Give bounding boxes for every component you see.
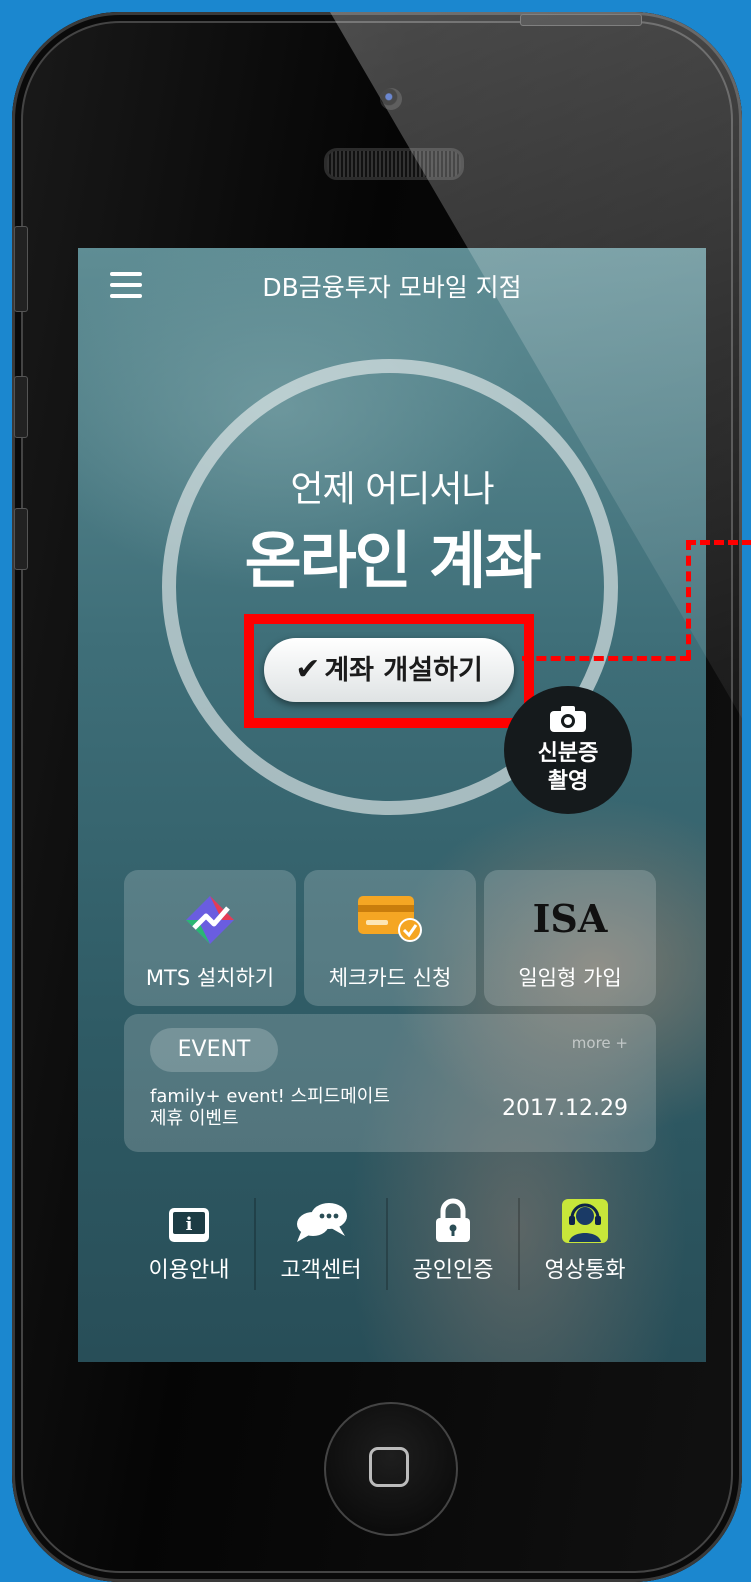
earpiece-speaker xyxy=(324,148,464,180)
power-button xyxy=(520,14,642,26)
certificate-button[interactable]: 공인인증 xyxy=(386,1198,520,1284)
connector-line xyxy=(522,656,690,661)
info-book-icon: i xyxy=(169,1208,209,1242)
certificate-label: 공인인증 xyxy=(412,1258,494,1283)
id-capture-label: 신분증 촬영 xyxy=(537,741,599,794)
event-title[interactable]: family+ event! 스피드메이트 제휴 이벤트 xyxy=(150,1086,410,1130)
event-card[interactable]: EVENT more + family+ event! 스피드메이트 제휴 이벤… xyxy=(124,1014,656,1152)
home-square-icon xyxy=(369,1447,409,1487)
event-badge: EVENT xyxy=(150,1028,278,1072)
check-card-label: 체크카드 신청 xyxy=(328,966,452,990)
video-call-label: 영상통화 xyxy=(544,1258,626,1283)
lock-icon xyxy=(436,1198,470,1242)
phone-frame: DB금융투자 모바일 지점 언제 어디서나 온라인 계좌 ✔ 계좌 개설하기 신분… xyxy=(12,12,742,1582)
svg-text:i: i xyxy=(186,1214,193,1235)
hero-title: 온라인 계좌 xyxy=(244,524,542,597)
customer-center-label: 고객센터 xyxy=(280,1258,362,1283)
hero-subtitle: 언제 어디서나 xyxy=(290,469,494,510)
chat-bubble-icon xyxy=(297,1203,347,1242)
mts-install-tile[interactable]: MTS 설치하기 xyxy=(124,870,296,1006)
highlight-box xyxy=(244,614,534,728)
app-title: DB금융투자 모바일 지점 xyxy=(262,273,522,302)
video-call-button[interactable]: 영상통화 xyxy=(518,1198,652,1284)
mts-logo-icon xyxy=(186,896,234,944)
home-button[interactable] xyxy=(324,1402,458,1536)
app-screen: DB금융투자 모바일 지점 언제 어디서나 온라인 계좌 ✔ 계좌 개설하기 신분… xyxy=(78,248,706,1362)
mts-install-label: MTS 설치하기 xyxy=(145,966,275,990)
isa-label: 일임형 가입 xyxy=(518,966,622,990)
front-camera xyxy=(380,88,402,110)
check-card-tile[interactable]: 체크카드 신청 xyxy=(304,870,476,1006)
usage-guide-label: 이용안내 xyxy=(148,1258,230,1283)
headset-icon xyxy=(562,1199,608,1243)
customer-center-button[interactable]: 고객센터 xyxy=(254,1198,388,1284)
usage-guide-button[interactable]: i 이용안내 xyxy=(122,1198,256,1284)
event-more-link[interactable]: more + xyxy=(572,1034,628,1052)
camera-icon xyxy=(550,706,586,732)
connector-line xyxy=(686,540,691,660)
card-icon xyxy=(358,896,422,942)
mute-switch xyxy=(14,226,28,312)
connector-line xyxy=(686,540,751,545)
id-capture-button[interactable]: 신분증 촬영 xyxy=(504,686,632,814)
volume-down-button xyxy=(14,508,28,570)
event-date: 2017.12.29 xyxy=(502,1096,628,1121)
isa-icon: ISA xyxy=(532,896,608,941)
volume-up-button xyxy=(14,376,28,438)
isa-tile[interactable]: ISA 일임형 가입 xyxy=(484,870,656,1006)
